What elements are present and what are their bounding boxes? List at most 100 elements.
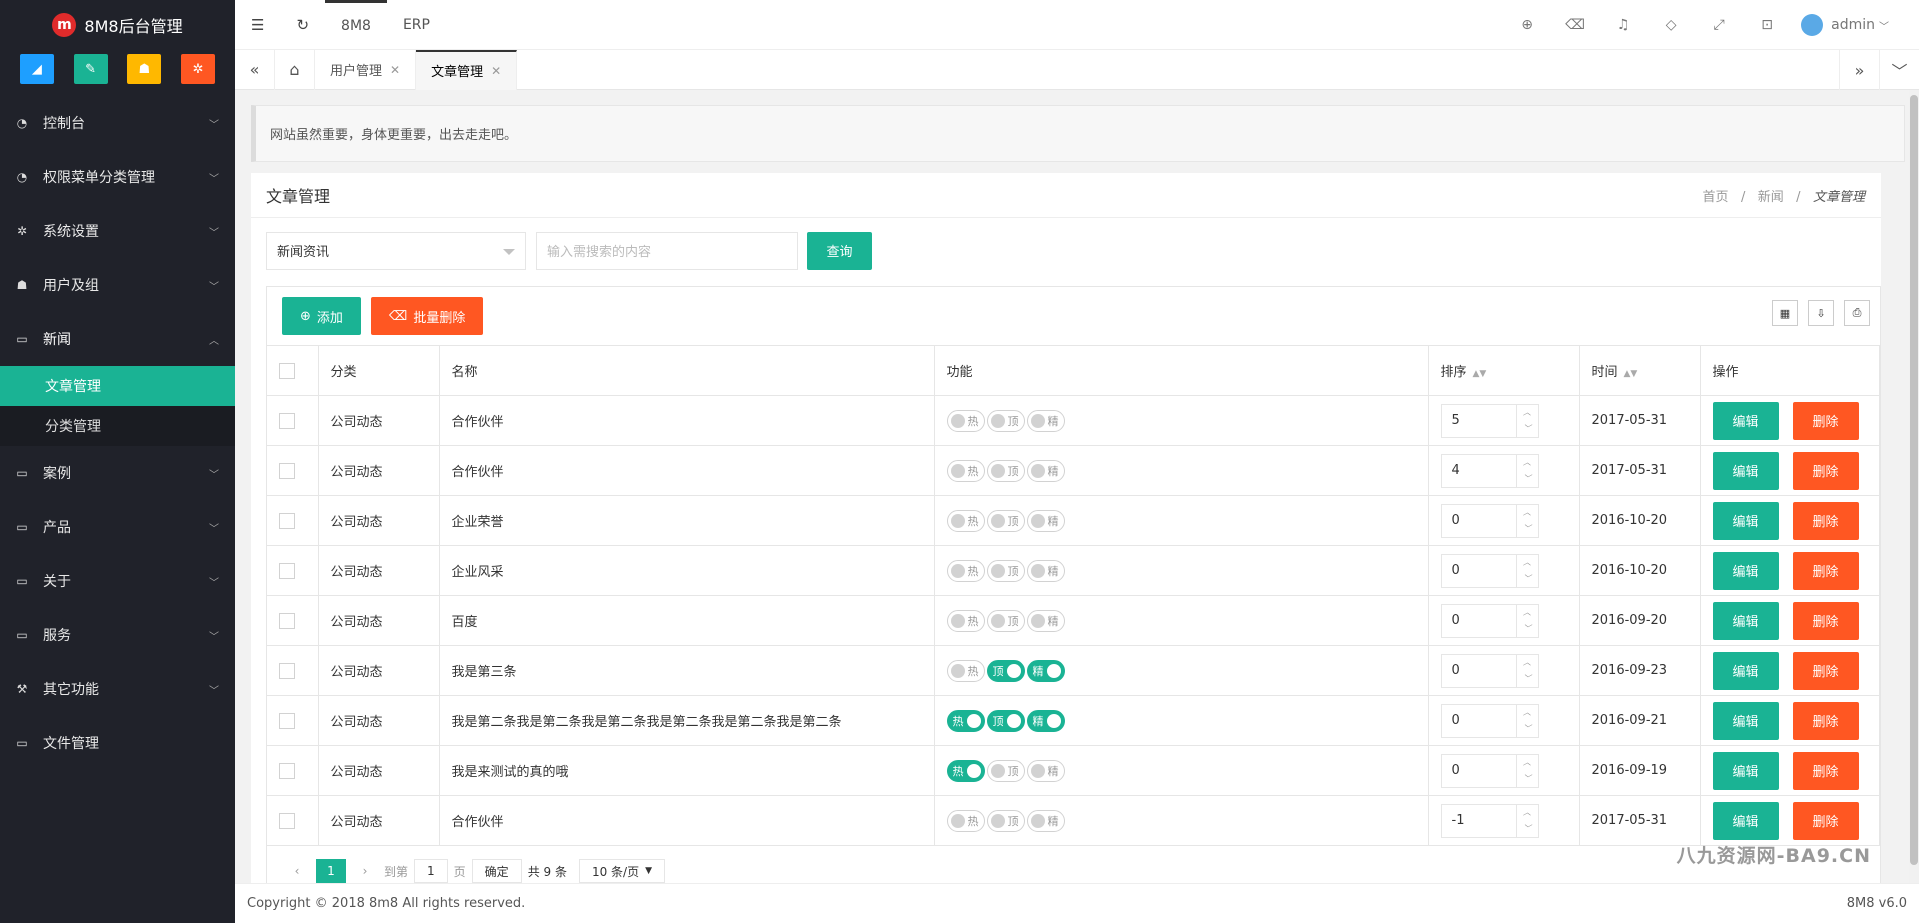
tabs-scroll-left-icon[interactable]: «: [235, 49, 275, 90]
sidebar-subitem-articles[interactable]: 文章管理: [0, 366, 235, 406]
chevron-up-icon[interactable]: ︿: [1523, 757, 1531, 768]
row-checkbox[interactable]: [279, 812, 295, 829]
chevron-up-icon[interactable]: ︿: [1523, 807, 1531, 818]
top-toggle[interactable]: 顶: [986, 609, 1025, 632]
hot-toggle[interactable]: 热: [946, 709, 985, 732]
add-button[interactable]: ⊕ 添加: [282, 297, 361, 335]
chart-icon[interactable]: ◢: [19, 54, 54, 84]
chevron-up-icon[interactable]: ︿: [1523, 507, 1531, 518]
order-input[interactable]: 0 ︿ ﹀: [1440, 503, 1539, 538]
top-tab-erp[interactable]: ERP: [387, 0, 446, 50]
stepper-arrows-icon[interactable]: ︿ ﹀: [1515, 804, 1538, 837]
sidebar-item-console[interactable]: ◔ 控制台 ﹀: [0, 96, 235, 150]
chevron-down-icon[interactable]: ﹀: [1523, 723, 1531, 734]
delete-button[interactable]: 删除: [1792, 751, 1859, 790]
delete-button[interactable]: 删除: [1792, 551, 1859, 590]
chevron-down-icon[interactable]: ﹀: [1523, 423, 1531, 434]
user-menu[interactable]: admin ﹀: [1791, 14, 1919, 36]
hot-toggle[interactable]: 热: [946, 409, 985, 432]
tab-user-management[interactable]: 用户管理 ✕: [315, 49, 417, 90]
hot-toggle[interactable]: 热: [946, 659, 985, 682]
good-toggle[interactable]: 精: [1026, 509, 1065, 532]
delete-button[interactable]: 删除: [1792, 651, 1859, 690]
sidebar-item-other[interactable]: ⚒ 其它功能 ﹀: [0, 662, 235, 716]
edit-icon[interactable]: ✎: [73, 54, 108, 84]
chevron-down-icon[interactable]: ﹀: [1523, 523, 1531, 534]
next-page-icon[interactable]: ›: [350, 859, 380, 883]
hot-toggle[interactable]: 热: [946, 809, 985, 832]
good-toggle[interactable]: 精: [1026, 759, 1065, 782]
header-order[interactable]: 排序 ▲▼: [1427, 345, 1580, 396]
bell-icon[interactable]: ♫: [1599, 17, 1647, 33]
sidebar-item-settings[interactable]: ✲ 系统设置 ﹀: [0, 204, 235, 258]
delete-button[interactable]: 删除: [1792, 701, 1859, 740]
app-logo[interactable]: m 8M8后台管理: [0, 0, 235, 50]
stepper-arrows-icon[interactable]: ︿ ﹀: [1515, 554, 1538, 587]
order-input[interactable]: 0 ︿ ﹀: [1440, 603, 1539, 638]
stepper-arrows-icon[interactable]: ︿ ﹀: [1515, 654, 1538, 687]
export-icon[interactable]: ⇩: [1808, 300, 1834, 326]
chevron-up-icon[interactable]: ︿: [1523, 607, 1531, 618]
row-checkbox[interactable]: [279, 762, 295, 779]
order-input[interactable]: 4 ︿ ﹀: [1440, 453, 1539, 488]
sidebar-item-permission[interactable]: ◔ 权限菜单分类管理 ﹀: [0, 150, 235, 204]
top-tab-8m8[interactable]: 8M8: [325, 0, 387, 50]
chevron-down-icon[interactable]: ﹀: [1523, 473, 1531, 484]
order-input[interactable]: -1 ︿ ﹀: [1440, 803, 1539, 838]
goto-input[interactable]: 1: [414, 859, 448, 883]
tabs-scroll-right-icon[interactable]: »: [1839, 50, 1879, 90]
top-toggle[interactable]: 顶: [986, 409, 1025, 432]
chevron-down-icon[interactable]: ﹀: [1879, 50, 1919, 90]
delete-button[interactable]: 删除: [1792, 801, 1859, 840]
prev-page-icon[interactable]: ‹: [282, 859, 312, 883]
refresh-icon[interactable]: ↻: [280, 16, 325, 34]
sort-icon[interactable]: ▲▼: [1624, 369, 1638, 379]
row-checkbox[interactable]: [279, 562, 295, 579]
sidebar-item-products[interactable]: ▭ 产品 ﹀: [0, 500, 235, 554]
batch-delete-button[interactable]: ⌫ 批量删除: [370, 297, 484, 335]
row-checkbox[interactable]: [279, 662, 295, 679]
breadcrumb-home[interactable]: 首页: [1703, 190, 1729, 205]
page-current[interactable]: 1: [316, 859, 346, 883]
hot-toggle[interactable]: 热: [946, 759, 985, 782]
hot-toggle[interactable]: 热: [946, 509, 985, 532]
order-input[interactable]: 0 ︿ ﹀: [1440, 753, 1539, 788]
breadcrumb-news[interactable]: 新闻: [1758, 190, 1784, 205]
home-icon[interactable]: ⌂: [275, 49, 315, 90]
query-button[interactable]: 查询: [807, 231, 872, 270]
stepper-arrows-icon[interactable]: ︿ ﹀: [1515, 604, 1538, 637]
row-checkbox[interactable]: [279, 512, 295, 529]
good-toggle[interactable]: 精: [1026, 709, 1065, 732]
per-page-select[interactable]: 10 条/页 ▼: [578, 859, 666, 883]
top-toggle[interactable]: 顶: [986, 459, 1025, 482]
edit-button[interactable]: 编辑: [1712, 501, 1779, 540]
sort-icon[interactable]: ▲▼: [1473, 369, 1487, 379]
good-toggle[interactable]: 精: [1026, 659, 1065, 682]
scrollbar-thumb[interactable]: [1910, 95, 1918, 865]
edit-button[interactable]: 编辑: [1712, 801, 1779, 840]
scrollbar[interactable]: [1909, 90, 1919, 923]
sidebar-item-about[interactable]: ▭ 关于 ﹀: [0, 554, 235, 608]
order-input[interactable]: 0 ︿ ﹀: [1440, 653, 1539, 688]
top-toggle[interactable]: 顶: [986, 659, 1025, 682]
chevron-down-icon[interactable]: ﹀: [1523, 773, 1531, 784]
edit-button[interactable]: 编辑: [1712, 651, 1779, 690]
columns-icon[interactable]: ▦: [1772, 300, 1798, 326]
delete-button[interactable]: 删除: [1792, 601, 1859, 640]
sidebar-subitem-categories[interactable]: 分类管理: [0, 406, 235, 446]
tab-article-management[interactable]: 文章管理 ✕: [416, 49, 518, 90]
trash-icon[interactable]: ⌫: [1551, 17, 1599, 33]
row-checkbox[interactable]: [279, 412, 295, 429]
good-toggle[interactable]: 精: [1026, 459, 1065, 482]
chevron-up-icon[interactable]: ︿: [1523, 657, 1531, 668]
edit-button[interactable]: 编辑: [1712, 601, 1779, 640]
chevron-up-icon[interactable]: ︿: [1523, 557, 1531, 568]
sidebar-item-users[interactable]: ☗ 用户及组 ﹀: [0, 258, 235, 312]
chevron-up-icon[interactable]: ︿: [1523, 707, 1531, 718]
stepper-arrows-icon[interactable]: ︿ ﹀: [1515, 404, 1538, 437]
good-toggle[interactable]: 精: [1026, 609, 1065, 632]
row-checkbox[interactable]: [279, 712, 295, 729]
edit-button[interactable]: 编辑: [1712, 751, 1779, 790]
top-toggle[interactable]: 顶: [986, 809, 1025, 832]
sidebar-item-files[interactable]: ▭ 文件管理: [0, 716, 235, 770]
